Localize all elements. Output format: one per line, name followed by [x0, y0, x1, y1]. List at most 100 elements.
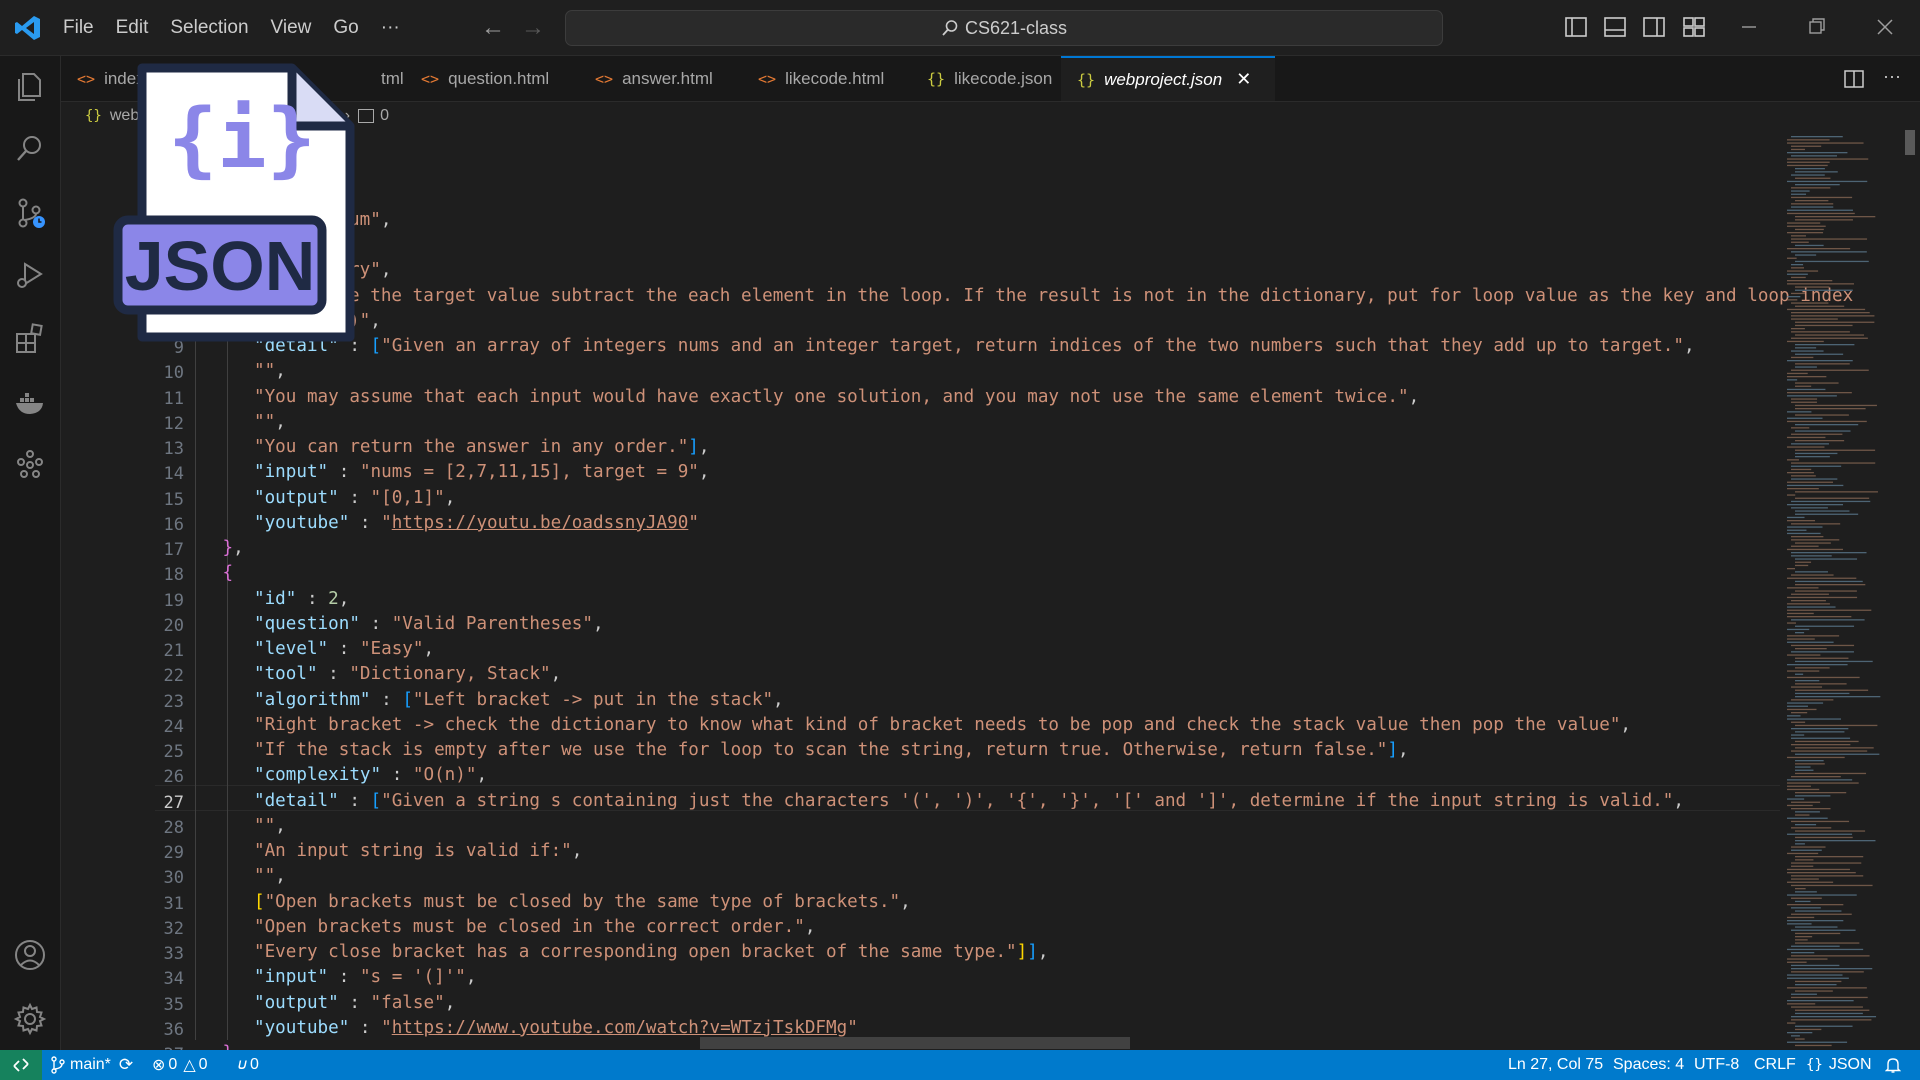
menu-more[interactable]: ··· [370, 17, 411, 39]
tab-likecode-html[interactable]: <> likecode.html [738, 56, 904, 101]
minimap-line [1787, 472, 1814, 474]
encoding[interactable]: UTF-8 [1694, 1050, 1739, 1080]
source-control-icon[interactable] [13, 196, 47, 230]
command-center-search[interactable]: CS621-class [565, 10, 1443, 46]
json-file-logo-icon: {i} JSON [113, 63, 355, 342]
minimap-line [1787, 977, 1849, 979]
menu-view[interactable]: View [260, 17, 323, 39]
minimap-line [1787, 273, 1808, 275]
minimap-line [1791, 148, 1805, 151]
close-tab-icon[interactable]: ✕ [1236, 69, 1251, 90]
line-number: 21 [163, 641, 184, 661]
menu-selection[interactable]: Selection [159, 17, 259, 39]
search-icon[interactable] [13, 132, 47, 166]
code-token: "" [254, 411, 276, 432]
minimap-line [1795, 558, 1858, 560]
breadcrumb-item[interactable]: 0 [380, 107, 389, 125]
code-token: "Open brackets must be closed by the sam… [264, 891, 901, 912]
minimap-line [1787, 212, 1855, 215]
cursor-position[interactable]: Ln 27, Col 75 [1508, 1050, 1603, 1080]
minimap-line [1787, 379, 1798, 381]
code-token[interactable]: https://youtu.be/oadssnyJA90 [392, 513, 689, 533]
minimap-line [1787, 987, 1867, 989]
minimap-line [1791, 427, 1810, 429]
minimap[interactable] [1785, 130, 1900, 1050]
notifications-bell-icon[interactable] [1885, 1050, 1901, 1080]
minimap-line [1787, 270, 1819, 272]
toggle-panel-icon[interactable] [1602, 14, 1628, 40]
docker-icon[interactable] [13, 386, 47, 420]
language-mode[interactable]: {} JSON [1806, 1050, 1872, 1080]
toggle-secondary-sidebar-icon[interactable] [1641, 14, 1667, 40]
minimap-line [1791, 196, 1853, 199]
minimap-line [1791, 1019, 1872, 1021]
minimize-icon[interactable] [1736, 14, 1762, 40]
code-token: "output" [254, 992, 339, 1013]
code-token: , [370, 310, 381, 331]
ports-indicator[interactable]: 𝜐 0 [238, 1050, 259, 1080]
back-arrow-icon[interactable]: ← [481, 14, 505, 42]
code-token: "Easy" [359, 639, 424, 659]
horizontal-scrollbar[interactable] [700, 1037, 1130, 1049]
menu-go[interactable]: Go [322, 17, 369, 39]
minimap-line [1787, 705, 1808, 707]
code-token: : [349, 512, 382, 533]
restore-icon[interactable] [1804, 14, 1830, 40]
problems-indicator[interactable]: ⊗ 0 △ 0 [152, 1050, 208, 1080]
kubernetes-icon[interactable] [13, 448, 47, 482]
minimap-line [1791, 241, 1809, 243]
code-line: "id" : 2, [254, 589, 349, 609]
json-file-icon: {} [927, 69, 946, 88]
indentation[interactable]: Spaces: 4 [1613, 1050, 1684, 1080]
sync-icon[interactable]: ⟳ [119, 1055, 133, 1075]
code-token: "complexity" [254, 765, 382, 786]
close-icon[interactable] [1872, 14, 1898, 40]
run-debug-icon[interactable] [13, 258, 47, 292]
end-of-line[interactable]: CRLF [1754, 1050, 1796, 1080]
more-actions-icon[interactable]: ··· [1883, 66, 1901, 87]
tab-answer-html[interactable]: <> answer.html [575, 56, 733, 101]
minimap-line [1787, 1003, 1816, 1005]
code-token: : [328, 639, 360, 659]
toggle-sidebar-icon[interactable] [1563, 14, 1589, 40]
line-number: 35 [163, 994, 184, 1015]
minimap-line [1787, 360, 1853, 362]
accounts-icon[interactable] [13, 938, 47, 972]
menu-file[interactable]: File [52, 17, 105, 39]
minimap-line [1791, 721, 1806, 723]
code-line: "Right bracket -> check the dictionary t… [254, 715, 1631, 735]
minimap-line [1791, 398, 1818, 400]
tab-question-html[interactable]: <> question.html [401, 56, 569, 101]
minimap-line [1791, 238, 1868, 240]
split-editor-icon[interactable] [1843, 68, 1865, 90]
minimap-line [1791, 875, 1864, 877]
extensions-icon[interactable] [13, 322, 47, 356]
code-token: "question" [254, 613, 360, 634]
code-token: , [275, 866, 286, 887]
explorer-icon[interactable] [13, 70, 47, 104]
forward-arrow-icon[interactable]: → [521, 14, 545, 42]
minimap-line [1787, 280, 1833, 282]
menu-edit[interactable]: Edit [105, 17, 160, 39]
minimap-line [1795, 836, 1853, 839]
minimap-line [1787, 158, 1869, 160]
customize-layout-icon[interactable] [1681, 14, 1707, 40]
branch-indicator[interactable]: main* ⟳ [50, 1050, 133, 1080]
html-file-icon: <> [77, 69, 96, 88]
tab-webproject-json[interactable]: {} webproject.json ✕ [1061, 56, 1276, 101]
code-token[interactable]: https://www.youtube.com/watch?v=WTzjTskD… [392, 1018, 847, 1038]
code-token: "Given an array of integers nums and an … [381, 336, 1684, 356]
vertical-scrollbar[interactable] [1905, 130, 1915, 155]
settings-gear-icon[interactable] [13, 1002, 47, 1036]
code-token: , [698, 437, 710, 457]
code-token: " [381, 512, 392, 533]
code-token: , [592, 613, 604, 634]
remote-indicator-icon[interactable] [0, 1050, 42, 1080]
minimap-line [1787, 248, 1851, 250]
tab-likecode-json[interactable]: {} likecode.json [907, 56, 1072, 101]
code-token: "If the stack is empty after we use the … [254, 740, 1388, 760]
code-token: [ [370, 336, 382, 356]
minimap-line [1791, 251, 1867, 253]
minimap-line [1787, 568, 1796, 570]
minimap-line [1787, 587, 1819, 589]
